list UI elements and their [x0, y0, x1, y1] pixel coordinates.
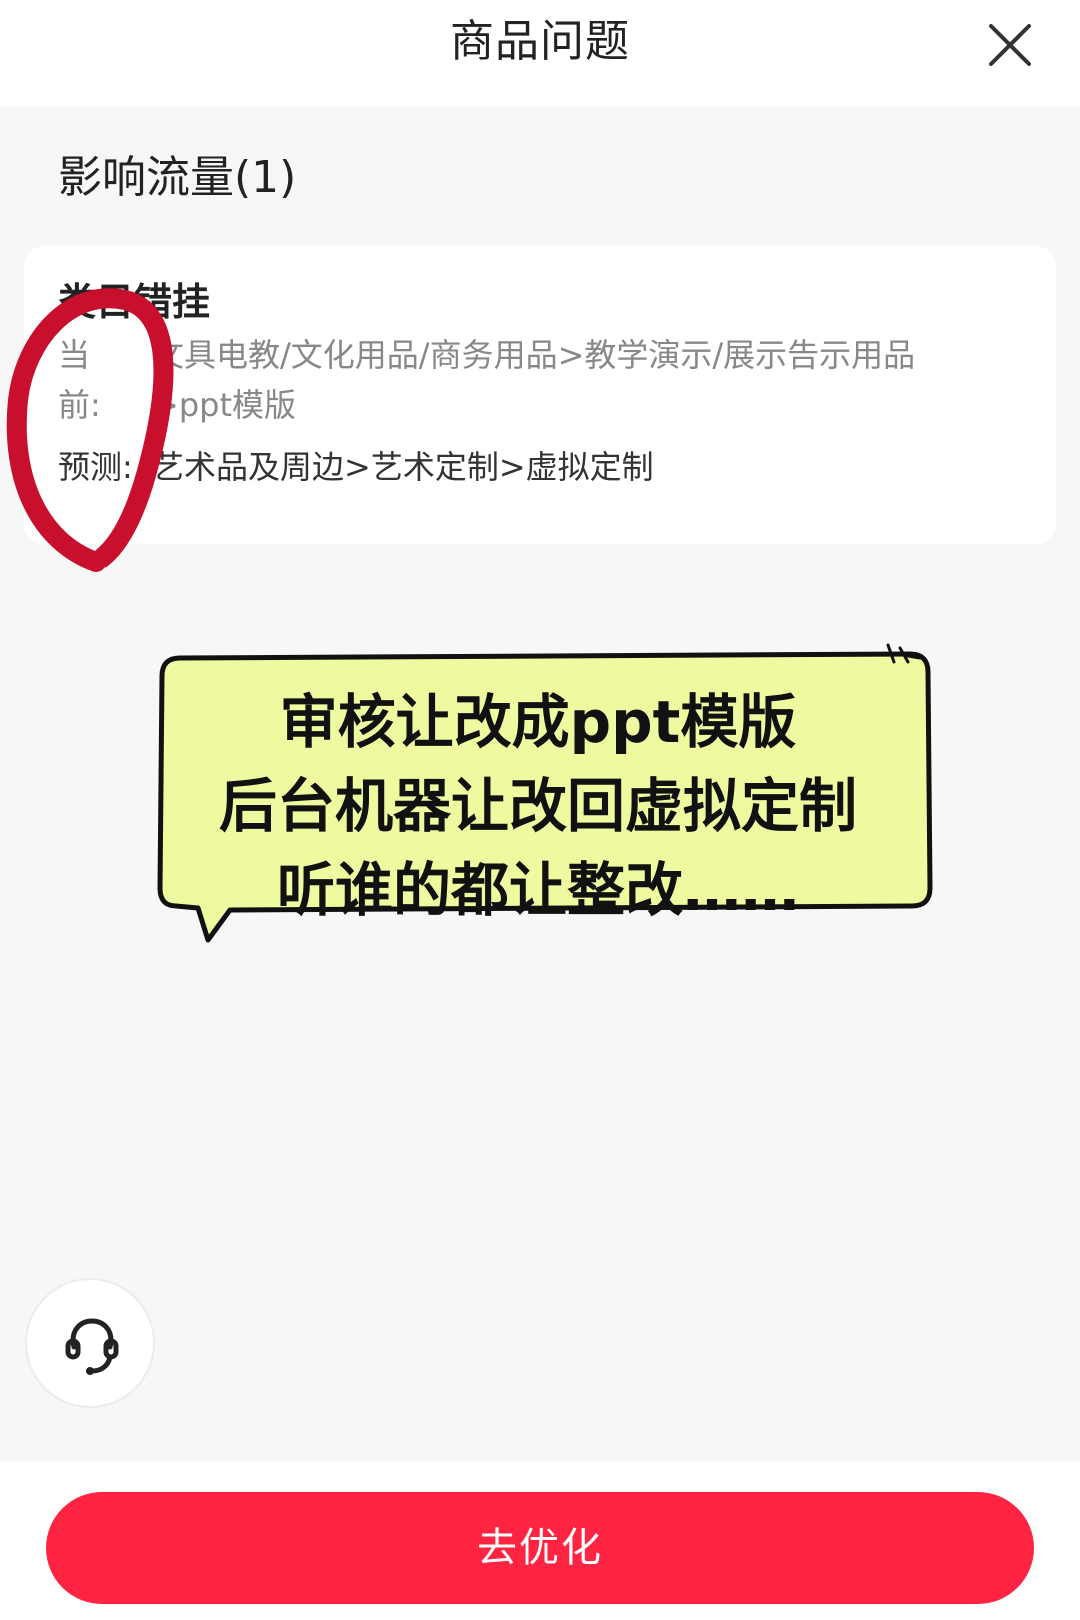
section-title: 影响流量(1) [58, 152, 297, 203]
current-category-line2: >ppt模版 [152, 386, 296, 424]
current-label-line2: 前: [58, 386, 101, 424]
issue-title: 类目错挂 [58, 280, 211, 324]
speech-line-2: 后台机器让改回虚拟定制 [218, 772, 857, 840]
close-button[interactable] [985, 20, 1035, 70]
header-bar: 商品问题 [0, 0, 1080, 106]
speech-line-1: 审核让改成ppt模版 [279, 688, 797, 756]
customer-service-button[interactable] [25, 1278, 155, 1408]
optimize-button[interactable]: 去优化 [46, 1492, 1034, 1604]
predict-category: 艺术品及周边>艺术定制>虚拟定制 [152, 448, 654, 486]
close-icon [989, 24, 1031, 66]
issue-card: 类目错挂 当 文具电教/文化用品/商务用品>教学演示/展示告示用品 前: >pp… [24, 246, 1056, 544]
current-label-line1: 当 [58, 336, 91, 374]
page-title: 商品问题 [450, 16, 630, 67]
headset-icon [65, 1318, 119, 1375]
predict-label: 预测: [58, 448, 133, 486]
speech-line-3: 听谁的都让整改…… [276, 856, 799, 924]
speech-bubble-text: 审核让改成ppt模版 后台机器让改回虚拟定制 听谁的都让整改…… [168, 680, 908, 932]
current-category-line1: 文具电教/文化用品/商务用品>教学演示/展示告示用品 [152, 336, 916, 374]
